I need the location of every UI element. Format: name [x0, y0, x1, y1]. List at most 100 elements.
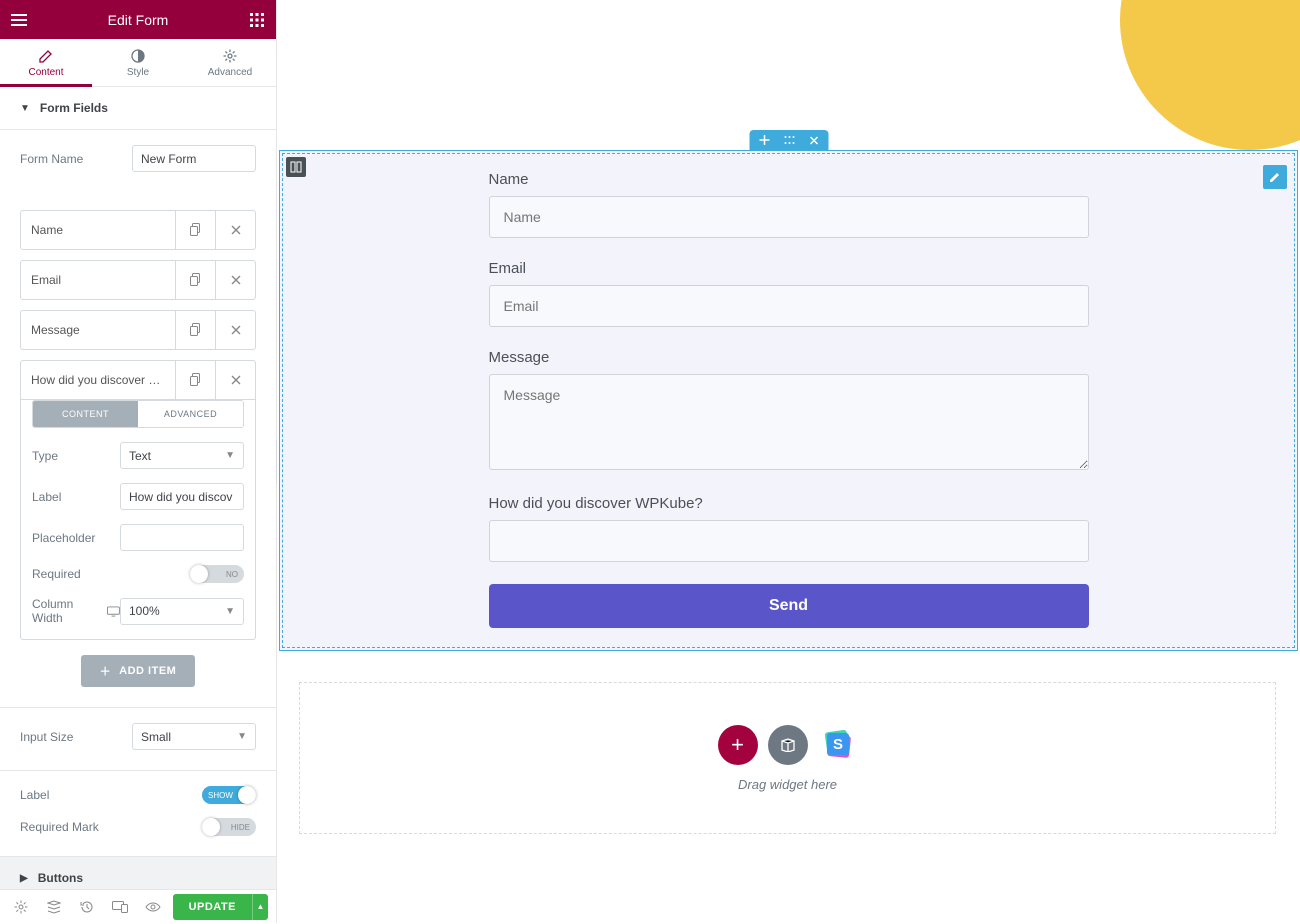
duplicate-field-icon[interactable] [175, 361, 215, 399]
field-item-name[interactable]: Name [20, 210, 256, 250]
input-size-value: Small [141, 730, 171, 744]
type-label: Type [32, 449, 120, 463]
desktop-icon[interactable] [107, 606, 120, 617]
decorative-circle [1120, 0, 1300, 150]
pencil-icon [39, 49, 53, 63]
input-size-label: Input Size [20, 730, 132, 744]
field-item-label[interactable]: Message [21, 311, 175, 349]
tab-style-label: Style [92, 67, 184, 78]
section-buttons-label: Buttons [38, 871, 83, 885]
template-library-icon[interactable]: S [818, 725, 858, 765]
remove-field-icon[interactable] [215, 311, 255, 349]
required-mark-label: Required Mark [20, 820, 202, 834]
required-label: Required [32, 567, 190, 581]
section-form-fields[interactable]: ▼ Form Fields [0, 87, 276, 130]
remove-field-icon[interactable] [215, 361, 255, 399]
panel-title: Edit Form [108, 12, 169, 28]
navigator-icon[interactable] [37, 890, 70, 924]
editor-canvas: Name Email Message How did you discover … [277, 0, 1300, 923]
field-subtab-content[interactable]: CONTENT [33, 401, 138, 427]
remove-field-icon[interactable] [215, 211, 255, 249]
tab-style[interactable]: Style [92, 39, 184, 86]
type-value: Text [129, 449, 151, 463]
label-toggle-state: SHOW [202, 791, 233, 800]
preview-message-label: Message [489, 349, 1089, 366]
add-item-button[interactable]: ＋ ADD ITEM [81, 655, 195, 687]
column-handle-icon[interactable] [286, 157, 306, 177]
tab-advanced[interactable]: Advanced [184, 39, 276, 86]
type-select[interactable]: Text ▼ [120, 442, 244, 469]
update-label[interactable]: UPDATE [173, 894, 252, 920]
hamburger-menu-icon[interactable] [0, 0, 38, 39]
panel-footer: UPDATE ▲ [0, 889, 276, 923]
form-name-input[interactable] [132, 145, 256, 172]
chevron-down-icon: ▼ [237, 731, 247, 742]
field-item-email[interactable]: Email [20, 260, 256, 300]
label-toggle[interactable]: SHOW [202, 786, 256, 804]
preview-message-input[interactable] [489, 374, 1089, 470]
required-state: NO [226, 570, 244, 579]
form-name-label: Form Name [20, 152, 132, 166]
edit-widget-icon[interactable] [1263, 165, 1287, 189]
column-width-label: Column Width [32, 597, 120, 625]
field-item-label[interactable]: Email [21, 261, 175, 299]
preview-submit-button[interactable]: Send [489, 584, 1089, 628]
duplicate-field-icon[interactable] [175, 211, 215, 249]
section-form-fields-label: Form Fields [40, 101, 108, 115]
field-label-input[interactable] [120, 483, 244, 510]
drag-section-icon[interactable] [783, 135, 795, 145]
preview-icon[interactable] [136, 890, 169, 924]
plus-icon: ＋ [100, 663, 112, 679]
preview-discover-label: How did you discover WPKube? [489, 495, 1089, 512]
tab-advanced-label: Advanced [184, 67, 276, 78]
drop-zone-text: Drag widget here [738, 777, 837, 792]
caret-down-icon: ▼ [20, 103, 30, 114]
preview-email-label: Email [489, 260, 1089, 277]
required-mark-state: HIDE [231, 823, 256, 832]
add-template-button[interactable] [768, 725, 808, 765]
field-label-label: Label [32, 490, 120, 504]
required-mark-toggle[interactable]: HIDE [202, 818, 256, 836]
add-section-button[interactable]: + [718, 725, 758, 765]
preview-email-input[interactable] [489, 285, 1089, 327]
field-item-label[interactable]: How did you discover W… [21, 361, 175, 399]
svg-text:S: S [832, 736, 842, 753]
widgets-grid-icon[interactable] [238, 0, 276, 39]
section-buttons[interactable]: ▶ Buttons [0, 857, 276, 889]
field-item-label[interactable]: Name [21, 211, 175, 249]
placeholder-input[interactable] [120, 524, 244, 551]
remove-field-icon[interactable] [215, 261, 255, 299]
duplicate-field-icon[interactable] [175, 261, 215, 299]
duplicate-field-icon[interactable] [175, 311, 215, 349]
history-icon[interactable] [70, 890, 103, 924]
field-subtab-advanced[interactable]: ADVANCED [138, 401, 243, 427]
tab-content[interactable]: Content [0, 39, 92, 86]
chevron-down-icon: ▼ [225, 606, 235, 617]
panel-header: Edit Form [0, 0, 276, 39]
preview-name-input[interactable] [489, 196, 1089, 238]
gear-icon [223, 49, 237, 63]
add-section-icon[interactable] [759, 135, 769, 145]
close-section-icon[interactable] [809, 136, 818, 145]
placeholder-label: Placeholder [32, 531, 120, 545]
tab-content-label: Content [0, 67, 92, 78]
input-size-select[interactable]: Small ▼ [132, 723, 256, 750]
contrast-icon [131, 49, 145, 63]
add-item-label: ADD ITEM [119, 665, 176, 677]
field-item-message[interactable]: Message [20, 310, 256, 350]
panel-tabs: Content Style Advanced [0, 39, 276, 87]
settings-icon[interactable] [4, 890, 37, 924]
column-width-select[interactable]: 100% ▼ [120, 598, 244, 625]
label-toggle-label: Label [20, 788, 202, 802]
section-controls [749, 130, 828, 150]
update-button[interactable]: UPDATE ▲ [173, 894, 268, 920]
widget-drop-zone[interactable]: + S Drag widget here [299, 682, 1276, 834]
column-width-value: 100% [129, 604, 160, 618]
responsive-icon[interactable] [103, 890, 136, 924]
field-item-discover[interactable]: How did you discover W… [20, 360, 256, 400]
update-options-icon[interactable]: ▲ [252, 894, 268, 920]
preview-discover-input[interactable] [489, 520, 1089, 562]
form-widget[interactable]: Name Email Message How did you discover … [279, 150, 1298, 651]
chevron-down-icon: ▼ [225, 450, 235, 461]
required-toggle[interactable]: NO [190, 565, 244, 583]
